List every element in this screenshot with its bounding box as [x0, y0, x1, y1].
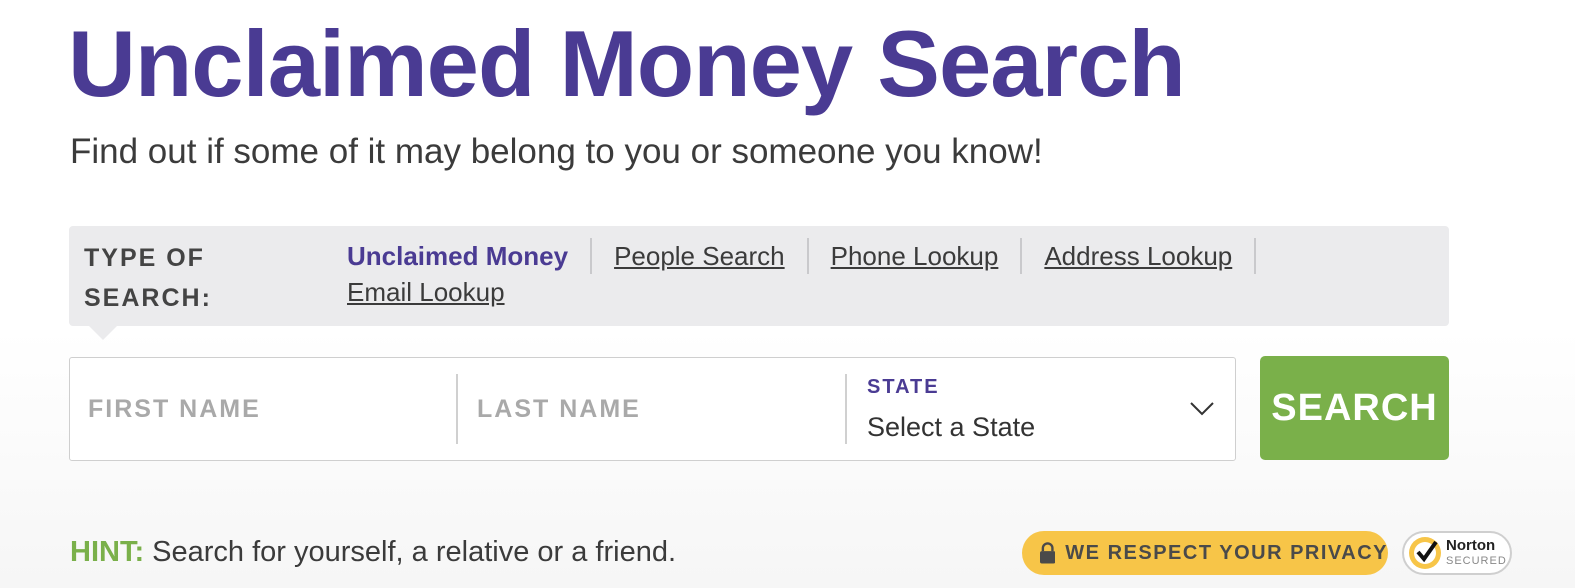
state-label: STATE	[867, 376, 940, 398]
last-name-field[interactable]	[477, 374, 817, 444]
hint-body: Search for yourself, a relative or a fri…	[144, 536, 677, 568]
search-type-links: Unclaimed Money People Search Phone Lookup…	[347, 238, 1427, 310]
norton-check-icon	[1409, 537, 1441, 569]
search-type-address-lookup[interactable]: Address Lookup	[1044, 238, 1257, 274]
search-type-label: TYPE OF SEARCH:	[84, 244, 212, 312]
search-button[interactable]: SEARCH	[1260, 356, 1449, 460]
search-type-unclaimed-money[interactable]: Unclaimed Money	[347, 238, 593, 274]
page-subtitle: Find out if some of it may belong to you…	[70, 132, 1043, 171]
first-name-input[interactable]	[88, 374, 428, 444]
field-divider	[845, 374, 847, 444]
privacy-badge: WE RESPECT YOUR PRIVACY	[1022, 531, 1388, 575]
chevron-down-icon[interactable]	[1188, 394, 1216, 422]
search-form: STATE Select a State	[69, 357, 1236, 461]
page-title: Unclaimed Money Search	[68, 11, 1186, 116]
search-type-phone-lookup[interactable]: Phone Lookup	[831, 238, 1023, 274]
norton-badge: Norton SECURED	[1402, 531, 1512, 575]
first-name-field[interactable]	[88, 374, 428, 444]
norton-sub: SECURED	[1446, 555, 1507, 567]
field-divider	[456, 374, 458, 444]
state-select[interactable]: Select a State	[867, 412, 1035, 443]
search-type-email-lookup[interactable]: Email Lookup	[347, 274, 527, 310]
hint-label: HINT:	[70, 536, 145, 568]
last-name-input[interactable]	[477, 374, 817, 444]
search-type-people-search[interactable]: People Search	[614, 238, 809, 274]
lock-icon	[1040, 542, 1056, 564]
privacy-text: WE RESPECT YOUR PRIVACY	[1065, 541, 1388, 564]
search-type-panel: TYPE OF SEARCH: Unclaimed Money People Se…	[69, 226, 1449, 340]
norton-name: Norton	[1446, 537, 1496, 554]
hint-text: HINT: Search for yourself, a relative or…	[70, 536, 676, 569]
